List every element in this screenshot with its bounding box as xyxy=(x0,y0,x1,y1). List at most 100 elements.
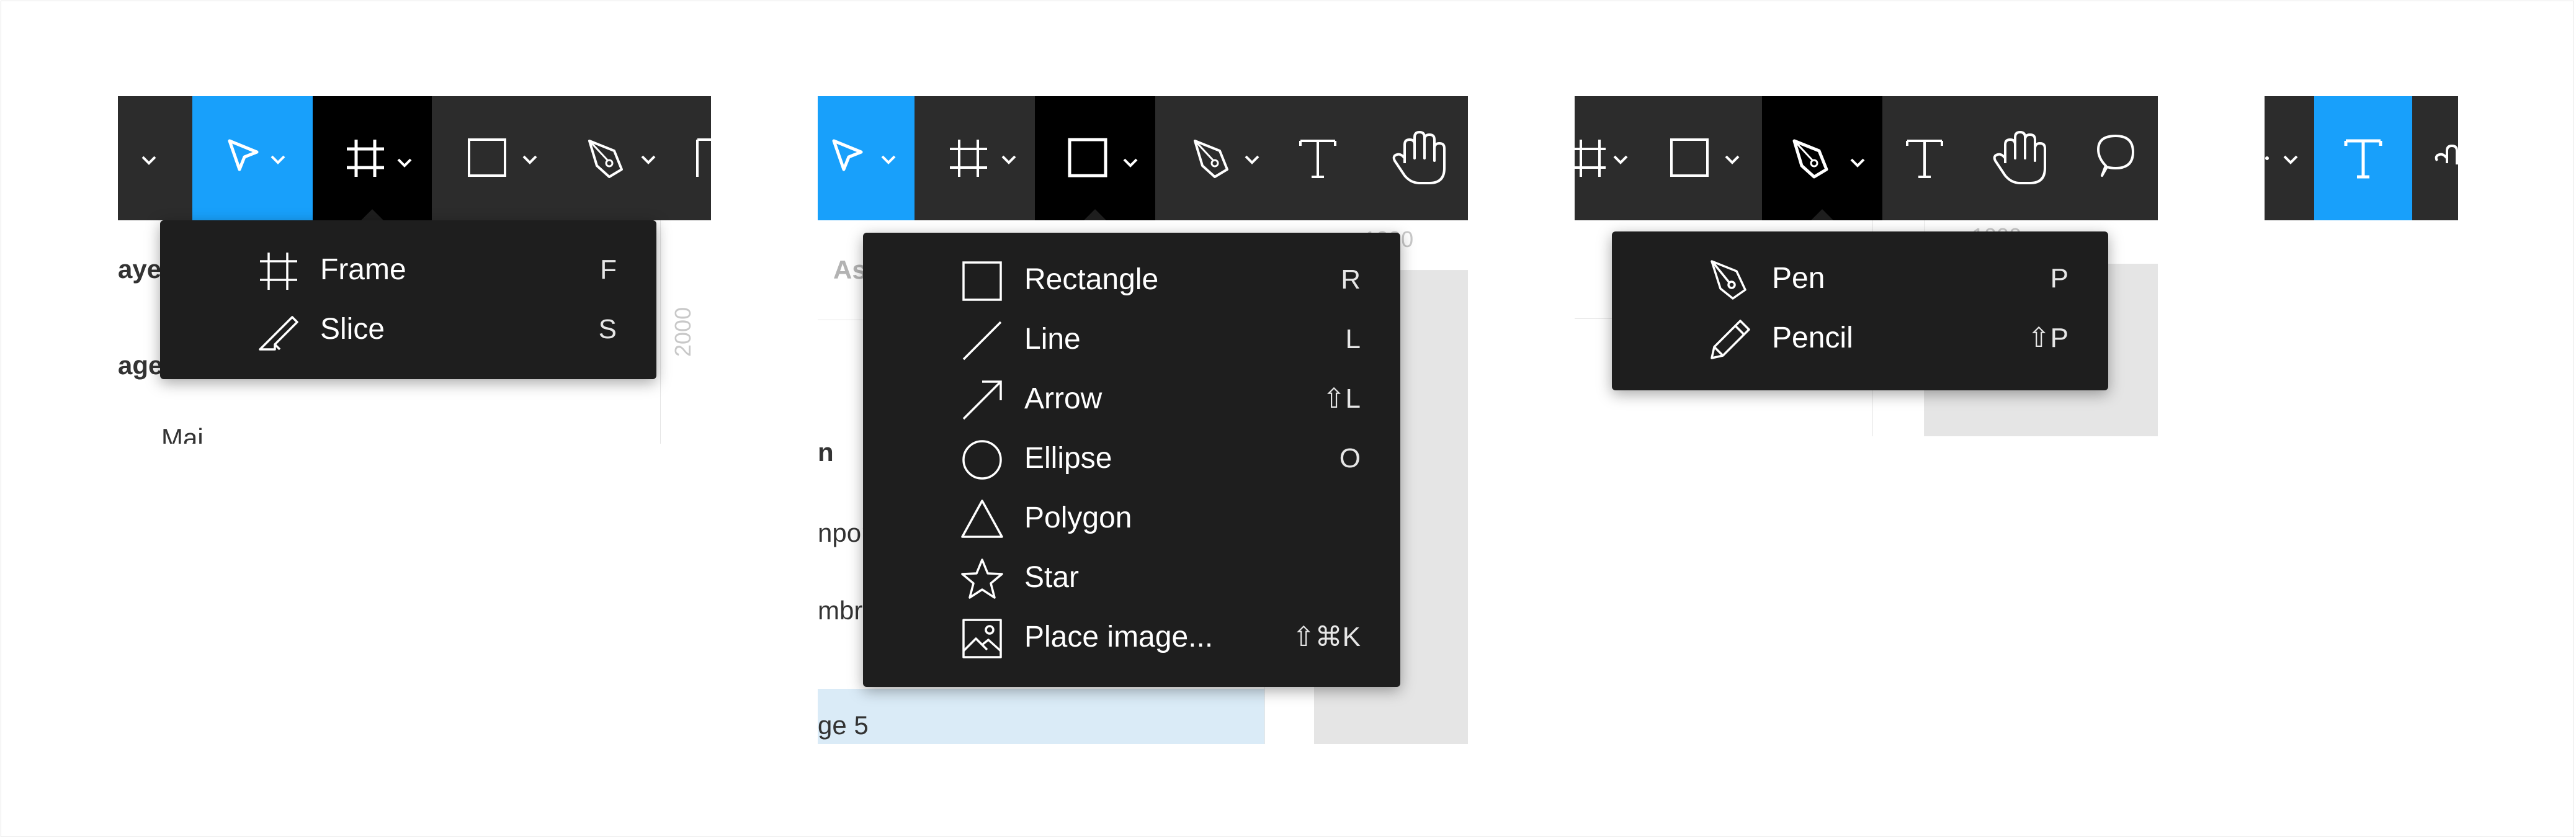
menu-pointer xyxy=(1084,209,1106,220)
shape-tool[interactable] xyxy=(432,96,552,220)
menu-item-label: Frame xyxy=(320,253,406,286)
pen-icon xyxy=(1194,140,1259,178)
page-item-main[interactable]: Mai xyxy=(161,423,203,444)
image-icon xyxy=(962,619,1002,658)
menu-item-label: Pen xyxy=(1772,262,1825,295)
menu-item-label: Polygon xyxy=(1024,501,1132,534)
text-tool[interactable] xyxy=(2314,96,2412,220)
menu-item-label: Star xyxy=(1024,561,1080,594)
menu-pointer xyxy=(361,209,383,220)
menu-item-shortcut: L xyxy=(1345,324,1361,354)
menu-item-label: Pencil xyxy=(1772,321,1853,354)
menu-item-shortcut: ⇧⌘K xyxy=(1292,622,1361,652)
shape-tool-menu: Rectangle R Line L Arrow ⇧L Ellipse O Po… xyxy=(863,233,1400,687)
frame-tool-partial[interactable] xyxy=(1575,96,1643,220)
pen-tool[interactable] xyxy=(552,96,673,220)
menu-item-shortcut: R xyxy=(1341,264,1361,295)
menu-item-place-image[interactable]: Place image... ⇧⌘K xyxy=(863,608,1400,667)
menu-item-shortcut: ⇧L xyxy=(1322,384,1361,414)
ellipse-icon xyxy=(962,440,1002,480)
page-item[interactable]: ge 5 xyxy=(818,711,869,740)
frame-icon xyxy=(1575,140,1628,177)
line-icon xyxy=(962,321,1002,361)
toolbar xyxy=(2265,96,2458,220)
hand-icon xyxy=(2435,144,2458,164)
hand-tool-partial[interactable] xyxy=(2412,96,2458,220)
menu-item-label: Line xyxy=(1024,323,1081,356)
frame-tool-menu: Frame F Slice S xyxy=(160,220,656,379)
menu-item-shortcut: F xyxy=(600,254,617,285)
star-icon xyxy=(961,559,1003,599)
cursor-icon xyxy=(832,139,896,171)
tool-partial-left[interactable] xyxy=(118,96,192,220)
pencil-icon xyxy=(1711,320,1750,359)
menu-item-polygon[interactable]: Polygon xyxy=(863,488,1400,548)
hand-tool[interactable] xyxy=(1372,96,1468,220)
menu-item-label: Ellipse xyxy=(1024,442,1112,475)
list-item[interactable]: mbr xyxy=(818,596,862,626)
pen-icon xyxy=(588,140,656,178)
hand-icon xyxy=(1392,131,1446,184)
menu-item-label: Place image... xyxy=(1024,621,1214,653)
arrow-icon xyxy=(962,380,1002,420)
comment-icon xyxy=(2097,135,2134,177)
text-icon xyxy=(1299,140,1336,178)
menu-item-shortcut: S xyxy=(598,314,617,344)
rectangle-icon xyxy=(468,138,537,177)
menu-item-rectangle[interactable]: Rectangle R xyxy=(863,250,1400,310)
menu-pointer xyxy=(1811,209,1833,220)
panel-frame-tool: aye age Mai 2000 Frame F Slice S xyxy=(118,96,711,444)
menu-item-slice[interactable]: Slice S xyxy=(160,300,656,359)
menu-item-pen[interactable]: Pen P xyxy=(1612,249,2108,308)
panel-pen-tool: 1000 Pen P Pencil ⇧P xyxy=(1575,96,2158,436)
pen-tool[interactable] xyxy=(1762,96,1882,220)
pen-tool[interactable] xyxy=(1155,96,1276,220)
frame-tool[interactable] xyxy=(313,96,432,220)
list-item[interactable]: npor xyxy=(818,518,870,548)
hand-icon xyxy=(1993,131,2046,184)
menu-item-shortcut: P xyxy=(2050,263,2068,294)
menu-item-star[interactable]: Star xyxy=(863,548,1400,608)
panel-shape-tool: 1000 As n npor mbr ge 5 Rectangle R xyxy=(818,96,1468,744)
tool-partial-left[interactable] xyxy=(2265,96,2314,220)
text-icon xyxy=(2344,139,2382,179)
layers-heading: aye xyxy=(118,254,162,284)
rectangle-icon xyxy=(962,261,1002,301)
rectangle-icon xyxy=(1068,138,1138,177)
selected-page-row[interactable] xyxy=(818,689,1264,744)
polygon-icon xyxy=(961,500,1003,538)
menu-item-label: Arrow xyxy=(1024,382,1102,415)
menu-item-label: Rectangle xyxy=(1024,263,1159,296)
slice-icon xyxy=(259,316,298,351)
menu-item-shortcut: O xyxy=(1339,443,1361,473)
toolbar xyxy=(818,96,1468,220)
text-tool[interactable] xyxy=(1882,96,1977,220)
shape-tool[interactable] xyxy=(1643,96,1762,220)
shape-tool[interactable] xyxy=(1035,96,1155,220)
comment-tool[interactable] xyxy=(2071,96,2158,220)
toolbar xyxy=(118,96,711,220)
pen-icon xyxy=(1711,260,1746,300)
ruler-label: 2000 xyxy=(670,307,695,357)
text-tool[interactable] xyxy=(1276,96,1372,220)
chevron-down-icon xyxy=(141,156,156,165)
pen-tool-menu: Pen P Pencil ⇧P xyxy=(1612,231,2108,390)
text-tool-partial[interactable] xyxy=(673,96,711,220)
pages-heading: age xyxy=(118,351,163,380)
ruler-vertical xyxy=(660,220,664,444)
frame-tool[interactable] xyxy=(915,96,1035,220)
frame-icon xyxy=(950,140,1016,177)
section-heading: n xyxy=(818,437,834,467)
move-tool[interactable] xyxy=(192,96,313,220)
move-tool[interactable] xyxy=(818,96,915,220)
panel-text-tool xyxy=(2265,96,2458,220)
menu-item-arrow[interactable]: Arrow ⇧L xyxy=(863,369,1400,429)
frame-icon xyxy=(260,253,297,290)
menu-item-line[interactable]: Line L xyxy=(863,310,1400,369)
frame-icon xyxy=(347,140,412,177)
menu-item-ellipse[interactable]: Ellipse O xyxy=(863,429,1400,488)
menu-item-frame[interactable]: Frame F xyxy=(160,240,656,300)
hand-tool[interactable] xyxy=(1977,96,2071,220)
menu-item-pencil[interactable]: Pencil ⇧P xyxy=(1612,308,2108,368)
assets-tab[interactable]: As xyxy=(833,255,867,285)
